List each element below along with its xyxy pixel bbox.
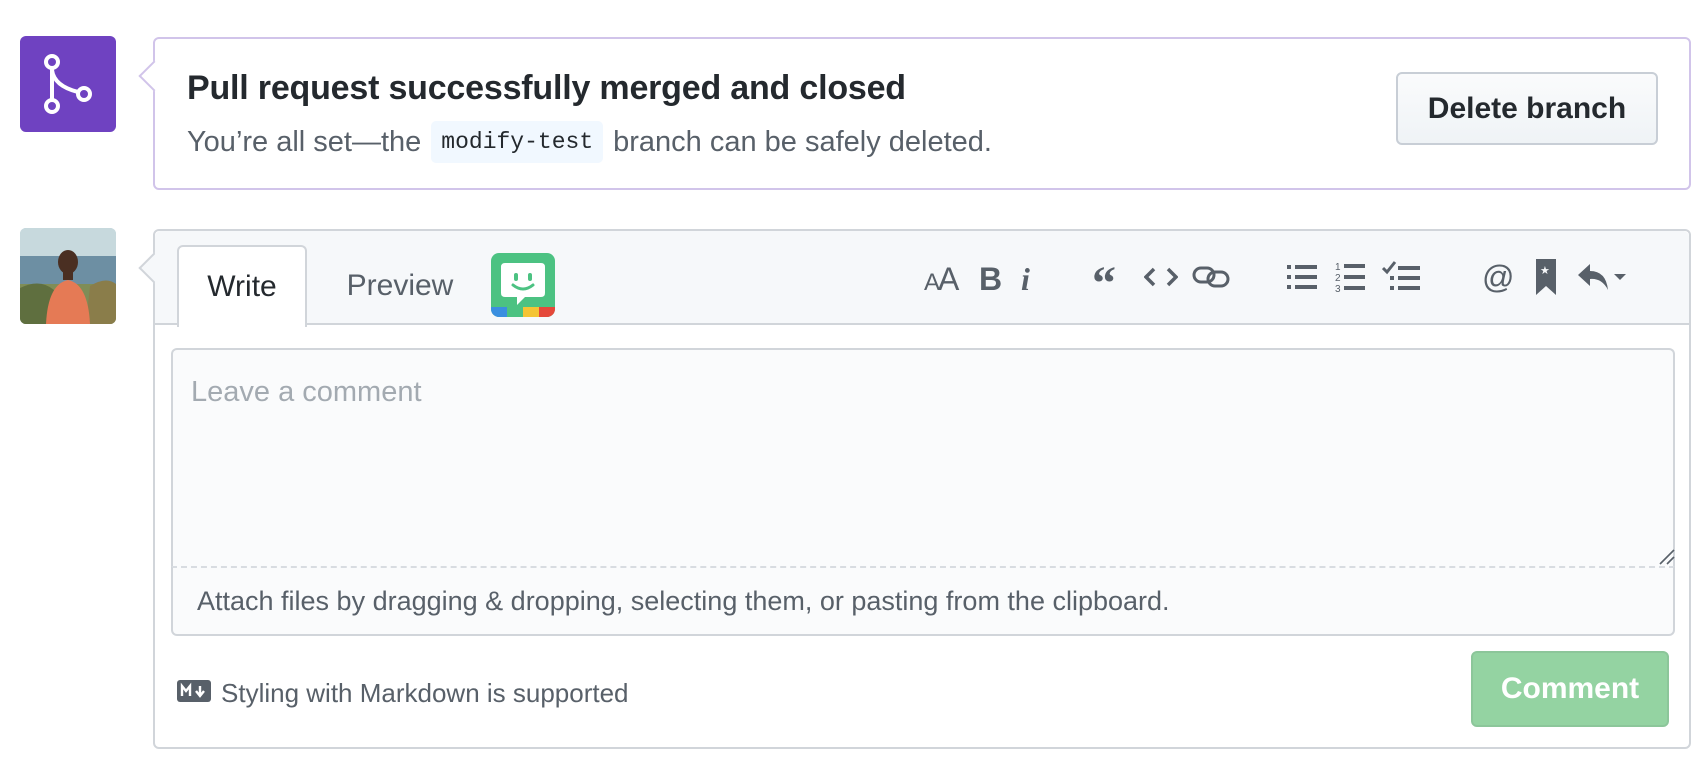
svg-text:3: 3 bbox=[1335, 284, 1341, 294]
bot-app-icon[interactable] bbox=[491, 253, 555, 317]
quote-icon[interactable]: “ bbox=[1091, 253, 1125, 301]
merge-desc-suffix: branch can be safely deleted. bbox=[613, 125, 992, 158]
delete-branch-button[interactable]: Delete branch bbox=[1396, 72, 1658, 145]
link-icon[interactable] bbox=[1191, 253, 1231, 301]
svg-text:2: 2 bbox=[1335, 273, 1341, 284]
merge-desc-prefix: You’re all set—the bbox=[187, 125, 422, 158]
svg-text:i: i bbox=[1021, 261, 1030, 294]
pr-timeline: Pull request successfully merged and clo… bbox=[0, 0, 1706, 774]
tab-write[interactable]: Write bbox=[177, 245, 307, 327]
merge-status-description: You’re all set—the modify-test branch ca… bbox=[187, 121, 992, 163]
mention-icon[interactable]: @ bbox=[1481, 253, 1517, 301]
svg-text:★: ★ bbox=[1540, 264, 1550, 277]
markdown-support-note[interactable]: Styling with Markdown is supported bbox=[177, 678, 629, 709]
comment-submit-button[interactable]: Comment bbox=[1471, 651, 1669, 727]
resize-grip-icon[interactable] bbox=[1657, 547, 1675, 565]
italic-icon[interactable]: i bbox=[1015, 253, 1039, 301]
markdown-note-label: Styling with Markdown is supported bbox=[221, 678, 629, 708]
merge-status-panel: Pull request successfully merged and clo… bbox=[153, 37, 1691, 190]
comment-textarea[interactable] bbox=[171, 348, 1675, 566]
git-merge-icon bbox=[20, 36, 116, 132]
branch-name: modify-test bbox=[431, 121, 604, 163]
merge-status-title: Pull request successfully merged and clo… bbox=[187, 69, 906, 107]
markdown-icon bbox=[177, 678, 211, 709]
avatar[interactable] bbox=[20, 228, 116, 324]
numbered-list-icon[interactable]: 123 bbox=[1333, 253, 1367, 301]
new-comment-form: Write Preview AA B i “ 1 2 3 @ ★ Leave a… bbox=[153, 229, 1691, 749]
svg-text:“: “ bbox=[1092, 261, 1116, 293]
tab-preview[interactable]: Preview bbox=[325, 245, 475, 327]
svg-text:A: A bbox=[938, 261, 960, 294]
saved-replies-bookmark-icon[interactable]: ★ bbox=[1531, 253, 1561, 301]
bulleted-list-icon[interactable] bbox=[1285, 253, 1319, 301]
text-size-icon[interactable]: AA bbox=[923, 253, 965, 301]
attach-files-dropzone[interactable]: Attach files by dragging & dropping, sel… bbox=[171, 566, 1675, 636]
editor-tabbar: Write Preview AA B i “ 1 2 3 @ ★ bbox=[155, 231, 1689, 327]
task-list-icon[interactable] bbox=[1381, 253, 1421, 301]
svg-text:@: @ bbox=[1482, 260, 1514, 294]
svg-text:B: B bbox=[979, 261, 1002, 294]
code-icon[interactable] bbox=[1143, 253, 1179, 301]
reply-icon[interactable] bbox=[1575, 253, 1629, 301]
svg-text:1: 1 bbox=[1335, 262, 1341, 273]
bold-icon[interactable]: B bbox=[975, 253, 1005, 301]
